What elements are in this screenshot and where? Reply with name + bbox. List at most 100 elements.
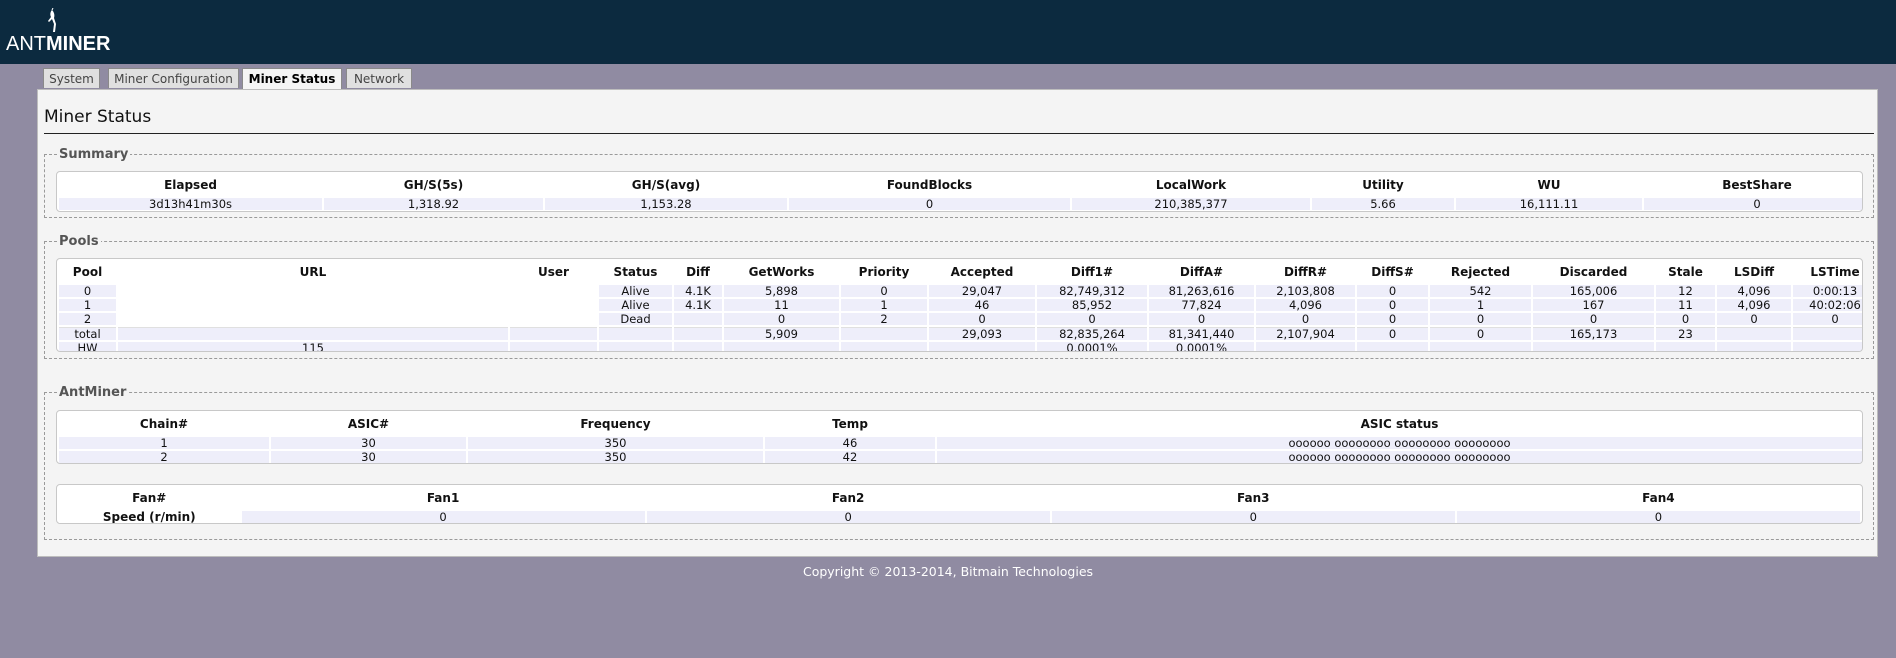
pools-header-diffa: DiffA# bbox=[1179, 265, 1224, 279]
summary-header-ghsavg: GH/S(avg) bbox=[631, 178, 701, 192]
pools-header-accepted: Accepted bbox=[950, 265, 1014, 279]
pool-total-status bbox=[599, 327, 672, 340]
pool-pool: 0 bbox=[59, 285, 116, 297]
fan2-speed: 0 bbox=[646, 511, 1050, 523]
pools-table-box: Pool URL User Status Diff GetWorks Priority Acc… bbox=[56, 258, 1863, 352]
fan-header-fan: Fan# bbox=[132, 491, 167, 505]
chains-table: Chain# ASIC# Frequency Temp ASIC status … bbox=[57, 411, 1862, 463]
pool-total-diff1: 82,835,264 bbox=[1037, 327, 1147, 340]
chain-header-chain: Chain# bbox=[139, 417, 189, 431]
pool-url bbox=[118, 285, 508, 297]
hw-empty-cell bbox=[929, 342, 1035, 351]
hw-empty-cell bbox=[1793, 342, 1862, 351]
tab-network[interactable]: Network bbox=[346, 68, 412, 88]
pool-diff1: 82,749,312 bbox=[1037, 285, 1147, 297]
chain-row: 2 30 350 42 oooooo oooooooo oooooooo ooo… bbox=[59, 451, 1862, 463]
pool-diff: 4.1K bbox=[674, 285, 722, 297]
pool-lstime: 0 bbox=[1793, 313, 1862, 325]
summary-table: Elapsed GH/S(5s) GH/S(avg) FoundBlocks L… bbox=[57, 172, 1862, 211]
pools-header-user: User bbox=[538, 265, 569, 279]
fan-header-fan4: Fan4 bbox=[1642, 491, 1675, 505]
hw-diffa-pct: 0.0001% bbox=[1149, 342, 1254, 351]
hw-label: HW bbox=[59, 342, 116, 351]
chain-row: 1 30 350 46 oooooo oooooooo oooooooo ooo… bbox=[59, 437, 1862, 449]
chain-asic-status: oooooo oooooooo oooooooo oooooooo bbox=[937, 437, 1862, 449]
pool-diffa: 77,824 bbox=[1149, 299, 1254, 311]
pool-getworks: 0 bbox=[724, 313, 839, 325]
pool-getworks: 11 bbox=[724, 299, 839, 311]
pool-diff1: 0 bbox=[1037, 313, 1147, 325]
pool-url bbox=[118, 299, 508, 311]
pool-total-diffa: 81,341,440 bbox=[1149, 327, 1254, 340]
pool-lsdiff: 4,096 bbox=[1717, 299, 1791, 311]
main-panel: Miner Status Summary Elapsed GH/S(5s) GH… bbox=[37, 89, 1878, 557]
hw-value: 115 bbox=[118, 342, 508, 351]
chain-header-frequency: Frequency bbox=[580, 417, 651, 431]
hw-empty-cell bbox=[510, 342, 597, 351]
pool-diffs: 0 bbox=[1357, 285, 1428, 297]
pool-total-lstime bbox=[1793, 327, 1862, 340]
pool-total-row: total 5,909 29,093 82,835,264 81,341,440 2,10… bbox=[59, 327, 1862, 340]
fan-header-fan1: Fan1 bbox=[426, 491, 460, 505]
pools-header-status: Status bbox=[613, 265, 658, 279]
summary-localwork: 210,385,377 bbox=[1072, 198, 1310, 210]
pool-total-priority bbox=[841, 327, 927, 340]
pool-diffr: 0 bbox=[1256, 313, 1355, 325]
hw-diff1-pct: 0.0001% bbox=[1037, 342, 1147, 351]
chain-temp: 42 bbox=[765, 451, 935, 463]
fan1-speed: 0 bbox=[241, 511, 645, 523]
fan-header-fan2: Fan2 bbox=[831, 491, 865, 505]
chain-frequency: 350 bbox=[468, 437, 763, 449]
pool-total-url bbox=[118, 327, 508, 340]
chain-temp: 46 bbox=[765, 437, 935, 449]
pool-user bbox=[510, 285, 597, 297]
pool-diff bbox=[674, 313, 722, 325]
summary-utility: 5.66 bbox=[1312, 198, 1454, 210]
pools-header-diff1: Diff1# bbox=[1070, 265, 1114, 279]
title-divider bbox=[44, 133, 1874, 134]
pool-url bbox=[118, 313, 508, 325]
pool-row: 2 Dead 0 2 0 0 0 0 0 0 0 0 0 0 bbox=[59, 313, 1862, 325]
hw-empty-cell bbox=[1430, 342, 1531, 351]
pool-total-lsdiff bbox=[1717, 327, 1791, 340]
pools-header-diff: Diff bbox=[686, 265, 710, 279]
brand-ant: ANT bbox=[6, 33, 46, 55]
summary-elapsed: 3d13h41m30s bbox=[59, 198, 322, 210]
pools-header-diffs: DiffS# bbox=[1371, 265, 1414, 279]
pool-diffr: 2,103,808 bbox=[1256, 285, 1355, 297]
pool-status: Alive bbox=[599, 299, 672, 311]
pool-user bbox=[510, 313, 597, 325]
fan-speed-row: Speed (r/min) 0 0 0 0 bbox=[59, 511, 1860, 523]
pool-total-diffr: 2,107,904 bbox=[1256, 327, 1355, 340]
summary-header-elapsed: Elapsed bbox=[164, 178, 217, 192]
antminer-logo-icon bbox=[48, 8, 56, 32]
pool-stale: 0 bbox=[1656, 313, 1715, 325]
brand-miner: MINER bbox=[46, 33, 111, 55]
hw-empty-cell bbox=[724, 342, 839, 351]
pool-rejected: 542 bbox=[1430, 285, 1531, 297]
chain-frequency: 350 bbox=[468, 451, 763, 463]
pool-discarded: 167 bbox=[1533, 299, 1654, 311]
pool-priority: 1 bbox=[841, 299, 927, 311]
pools-header-stale: Stale bbox=[1668, 265, 1703, 279]
tab-miner-configuration[interactable]: Miner Configuration bbox=[108, 68, 239, 88]
summary-ghs5s: 1,318.92 bbox=[324, 198, 543, 210]
pool-rejected: 0 bbox=[1430, 313, 1531, 325]
brand-logo: ANTMINER bbox=[6, 33, 110, 56]
chain-asic-count: 30 bbox=[271, 437, 466, 449]
pool-user bbox=[510, 299, 597, 311]
summary-wu: 16,111.11 bbox=[1456, 198, 1642, 210]
pool-total-getworks: 5,909 bbox=[724, 327, 839, 340]
pool-diffa: 0 bbox=[1149, 313, 1254, 325]
tab-miner-status[interactable]: Miner Status bbox=[242, 68, 342, 90]
chain-header-asic-status: ASIC status bbox=[1360, 417, 1439, 431]
pool-row: 1 Alive 4.1K 11 1 46 85,952 77,824 4,096 0 1 167 11 4… bbox=[59, 299, 1862, 311]
tab-system[interactable]: System bbox=[43, 68, 100, 88]
top-header: ANTMINER bbox=[0, 0, 1896, 64]
hw-empty-cell bbox=[1656, 342, 1715, 351]
pools-body: 0 Alive 4.1K 5,898 0 29,047 82,749,312 81,263,6… bbox=[59, 285, 1862, 351]
summary-header-foundblocks: FoundBlocks bbox=[886, 178, 973, 192]
pool-stale: 12 bbox=[1656, 285, 1715, 297]
pool-lstime: 0:00:13 bbox=[1793, 285, 1862, 297]
fan-header-fan3: Fan3 bbox=[1237, 491, 1270, 505]
